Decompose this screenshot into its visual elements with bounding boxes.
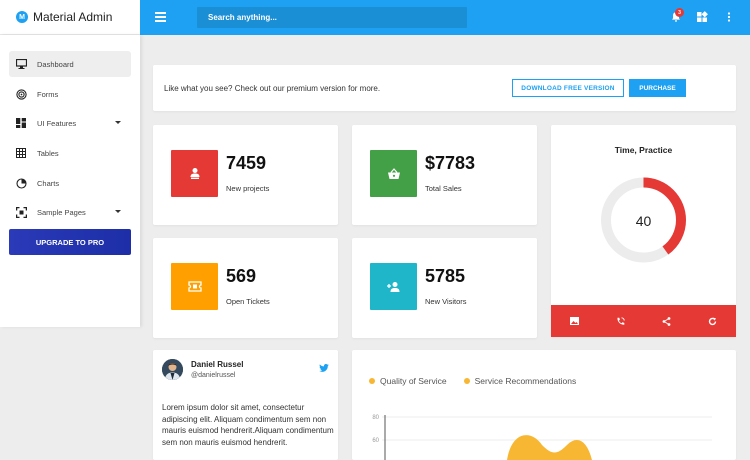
- profile-body-text: Lorem ipsum dolor sit amet, consectetur …: [162, 403, 334, 447]
- brand-logo: M: [16, 11, 28, 23]
- legend-label: Service Recommendations: [474, 376, 577, 386]
- sidebar-item-label: Charts: [37, 178, 60, 188]
- chevron-down-icon: [115, 121, 121, 124]
- stat-card-total-sales: $7783 Total Sales: [352, 125, 537, 225]
- legend-label: Quality of Service: [380, 376, 447, 386]
- promo-text: Like what you see? Check out our premium…: [164, 83, 381, 93]
- promo-banner: Like what you see? Check out our premium…: [153, 65, 736, 111]
- twitter-icon[interactable]: [319, 364, 329, 372]
- stat-label: Total Sales: [425, 184, 462, 193]
- brand-name: Material Admin: [33, 10, 113, 24]
- upgrade-button[interactable]: UPGRADE TO PRO: [9, 229, 131, 255]
- stat-card-new-projects: 7459 New projects: [153, 125, 338, 225]
- sidebar-item-label: Tables: [37, 148, 59, 158]
- image-icon[interactable]: [569, 317, 579, 325]
- legend-dot: [463, 378, 470, 384]
- ticket-icon: [171, 263, 218, 310]
- sidebar-item-label: Sample Pages: [37, 207, 86, 217]
- download-free-button[interactable]: DOWNLOAD FREE VERSION: [512, 79, 624, 97]
- profile-name: Daniel Russel: [191, 360, 244, 369]
- share-icon[interactable]: [662, 316, 671, 326]
- stat-value: 569: [226, 266, 257, 286]
- time-practice-actions: [551, 305, 736, 337]
- stat-value: $7783: [425, 153, 476, 173]
- grid-icon: [15, 117, 27, 129]
- menu-icon[interactable]: [155, 12, 166, 22]
- profile-handle: @danielrussel: [191, 372, 236, 379]
- stat-card-open-tickets: 569 Open Tickets: [153, 238, 338, 338]
- stat-label: New projects: [226, 184, 270, 193]
- table-icon: [15, 147, 27, 159]
- y-tick-label: 60: [372, 438, 379, 444]
- sidebar-item-label: UI Features: [37, 118, 77, 128]
- time-practice-card: Time, Practice 40: [551, 125, 736, 337]
- service-chart-card: Quality of Service Service Recommendatio…: [352, 350, 736, 460]
- sidebar-item-label: Dashboard: [37, 59, 74, 69]
- topbar: Search anything... 3: [140, 0, 750, 35]
- team-icon: [171, 150, 218, 197]
- y-tick-label: 80: [372, 415, 379, 421]
- sidebar-item-sample-pages[interactable]: Sample Pages: [9, 199, 131, 225]
- stat-label: New Visitors: [425, 297, 467, 306]
- stat-value: 5785: [425, 266, 466, 286]
- legend-item[interactable]: Quality of Service: [369, 376, 447, 386]
- purchase-button[interactable]: PURCHASE: [629, 79, 686, 97]
- area-series-quality: [507, 435, 592, 460]
- search-input[interactable]: Search anything...: [197, 7, 467, 28]
- stat-card-new-visitors: 5785 New Visitors: [352, 238, 537, 338]
- notification-badge: 3: [675, 8, 684, 17]
- sidebar-item-dashboard[interactable]: Dashboard: [9, 51, 131, 77]
- time-practice-title: Time, Practice: [614, 145, 673, 155]
- more-vert-icon[interactable]: [723, 11, 735, 23]
- apps-icon[interactable]: [696, 11, 708, 23]
- add-user-icon: [370, 263, 417, 310]
- basket-icon: [370, 150, 417, 197]
- avatar[interactable]: [162, 359, 183, 380]
- pages-icon: [15, 206, 27, 218]
- monitor-icon: [15, 58, 27, 70]
- pie-icon: [15, 177, 27, 189]
- phone-icon[interactable]: [616, 316, 625, 326]
- sidebar: Dashboard Forms UI Features Tables Chart…: [0, 35, 140, 327]
- sidebar-item-ui-features[interactable]: UI Features: [9, 110, 131, 136]
- chart-legend: Quality of Service Service Recommendatio…: [369, 376, 593, 386]
- stat-value: 7459: [226, 153, 267, 173]
- target-icon: [15, 88, 27, 100]
- legend-dot: [369, 378, 375, 384]
- legend-item[interactable]: Service Recommendations: [463, 376, 577, 386]
- sidebar-item-label: Forms: [37, 89, 59, 99]
- sidebar-item-charts[interactable]: Charts: [9, 170, 131, 196]
- chevron-down-icon: [115, 210, 121, 213]
- area-chart: 80 60: [372, 415, 712, 460]
- twitter-profile-card: Daniel Russel @danielrussel Lorem ipsum …: [153, 350, 338, 460]
- brand[interactable]: M Material Admin: [0, 0, 140, 35]
- sidebar-item-forms[interactable]: Forms: [9, 81, 131, 107]
- stat-label: Open Tickets: [226, 297, 270, 306]
- sidebar-item-tables[interactable]: Tables: [9, 140, 131, 166]
- time-practice-value: 40: [635, 213, 652, 229]
- refresh-icon[interactable]: [708, 317, 717, 326]
